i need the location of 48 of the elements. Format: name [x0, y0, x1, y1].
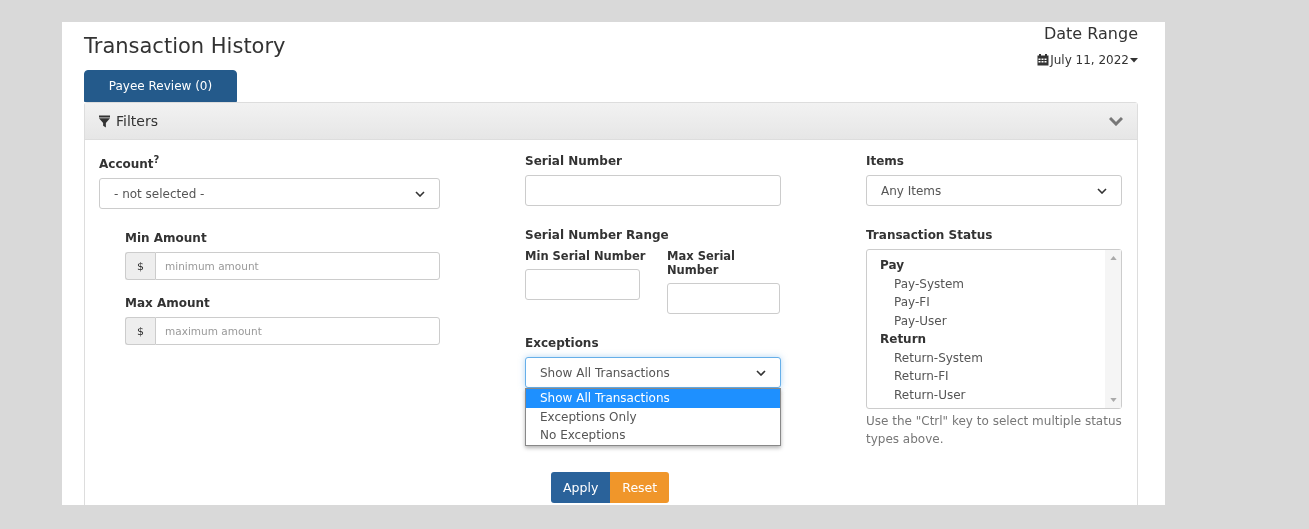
currency-addon: $	[125, 317, 155, 345]
account-select[interactable]: - not selected -	[99, 178, 440, 209]
min-serial-input[interactable]	[525, 269, 640, 300]
status-option[interactable]: Pay-System	[880, 274, 1105, 293]
filter-icon	[99, 114, 110, 128]
chevron-icon	[1109, 116, 1123, 126]
serial-number-label: Serial Number	[525, 154, 623, 168]
page-title: Transaction History	[84, 34, 286, 58]
payee-review-tab[interactable]: Payee Review (0)	[84, 70, 237, 102]
status-option[interactable]: Pay-FI	[880, 293, 1105, 312]
dropdown-option[interactable]: No Exceptions	[526, 426, 780, 445]
account-label: Account$^{?}$	[99, 154, 161, 171]
status-group-label: Return	[880, 331, 928, 348]
calendar-icon	[1037, 54, 1050, 66]
min-serial-label: Min Serial Number	[525, 249, 647, 263]
max-serial-input[interactable]	[667, 283, 780, 314]
status-option[interactable]: Return-User	[880, 385, 1105, 404]
status-option[interactable]: Pay-User	[880, 311, 1105, 330]
status-option[interactable]: Return-System	[880, 348, 1105, 367]
max-serial-label: Max Serial Number	[667, 249, 737, 277]
chevron-icon	[1097, 187, 1107, 194]
min-amount-label: Min Amount	[125, 231, 208, 245]
dropdown-option[interactable]: Exceptions Only	[526, 407, 780, 426]
status-option[interactable]: Return-FI	[880, 367, 1105, 386]
transaction-status-label: Transaction Status	[866, 228, 994, 242]
serial-number-input[interactable]	[525, 175, 781, 206]
scroll-down-icon[interactable]	[1109, 398, 1117, 402]
help-text: Use the "Ctrl" key to select multiple status types above.	[866, 413, 1122, 448]
apply-button[interactable]: Apply	[551, 472, 611, 503]
serial-range-label: Serial Number Range	[525, 228, 670, 242]
exceptions-label: Exceptions	[525, 336, 600, 350]
exceptions-select[interactable]: Show All Transactions	[525, 357, 781, 388]
scrollbar[interactable]	[1105, 250, 1121, 408]
date-range-label: Date Range	[1043, 24, 1138, 43]
scroll-up-icon[interactable]	[1109, 256, 1117, 260]
filters-header[interactable]: Filters	[85, 103, 1137, 140]
caret-icon	[1130, 57, 1138, 63]
status-group-label: Pay	[880, 257, 906, 274]
date-range-dropdown[interactable]: July 11, 2022	[1037, 53, 1138, 67]
items-label: Items	[866, 154, 905, 168]
currency-addon: $	[125, 252, 155, 280]
max-amount-input[interactable]: maximum amount	[155, 317, 440, 345]
min-amount-input[interactable]: minimum amount	[155, 252, 440, 280]
items-select[interactable]: Any Items	[866, 175, 1122, 206]
filters-title: Filters	[116, 113, 158, 129]
chevron-icon	[756, 369, 766, 376]
max-amount-label: Max Amount	[125, 296, 211, 310]
chevron-icon	[415, 190, 425, 197]
